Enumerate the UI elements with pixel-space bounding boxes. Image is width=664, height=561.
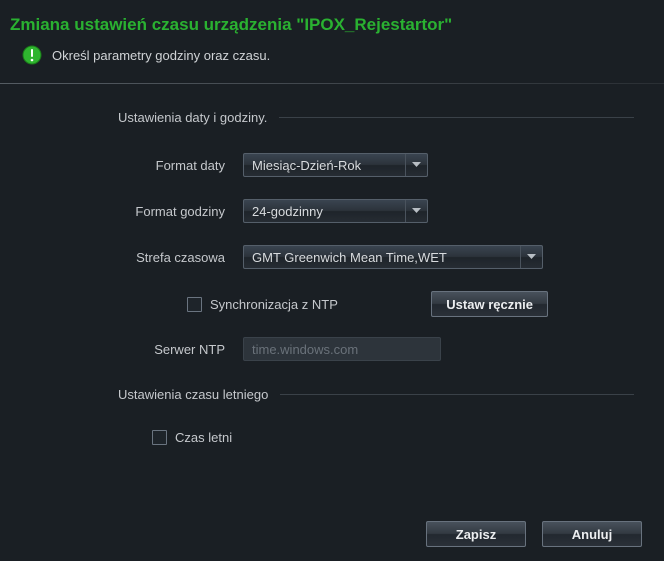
ntp-sync-group: Synchronizacja z NTP bbox=[187, 297, 338, 312]
date-format-select[interactable]: Miesiąc-Dzień-Rok bbox=[243, 153, 428, 177]
ntp-sync-checkbox[interactable] bbox=[187, 297, 202, 312]
date-format-label: Format daty bbox=[30, 158, 243, 173]
section-datetime-label: Ustawienia daty i godziny. bbox=[30, 110, 267, 125]
section-dst-label: Ustawienia czasu letniego bbox=[30, 387, 268, 402]
section-datetime-header: Ustawienia daty i godziny. bbox=[30, 110, 634, 125]
save-button[interactable]: Zapisz bbox=[426, 521, 526, 547]
row-time-format: Format godziny 24-godzinny bbox=[30, 199, 634, 223]
chevron-down-icon bbox=[405, 200, 427, 222]
row-ntp-server: Serwer NTP bbox=[30, 337, 634, 361]
row-date-format: Format daty Miesiąc-Dzień-Rok bbox=[30, 153, 634, 177]
section-dst-header: Ustawienia czasu letniego bbox=[30, 387, 634, 402]
dialog-window: Zmiana ustawień czasu urządzenia "IPOX_R… bbox=[0, 0, 664, 561]
row-timezone: Strefa czasowa GMT Greenwich Mean Time,W… bbox=[30, 245, 634, 269]
timezone-label: Strefa czasowa bbox=[30, 250, 243, 265]
row-dst: Czas letni bbox=[30, 430, 634, 445]
info-icon bbox=[22, 45, 42, 65]
dialog-title: Zmiana ustawień czasu urządzenia "IPOX_R… bbox=[0, 0, 664, 45]
save-label: Zapisz bbox=[456, 527, 496, 542]
time-format-label: Format godziny bbox=[30, 204, 243, 219]
ntp-sync-label: Synchronizacja z NTP bbox=[210, 297, 338, 312]
chevron-down-icon bbox=[405, 154, 427, 176]
dst-checkbox[interactable] bbox=[152, 430, 167, 445]
date-format-value: Miesiąc-Dzień-Rok bbox=[252, 158, 361, 173]
dst-group: Czas letni bbox=[152, 430, 232, 445]
content-area: Ustawienia daty i godziny. Format daty M… bbox=[0, 90, 664, 445]
ntp-server-input[interactable] bbox=[243, 337, 441, 361]
section-line bbox=[280, 394, 634, 395]
subtitle-text: Określ parametry godziny oraz czasu. bbox=[52, 48, 270, 63]
footer-buttons: Zapisz Anuluj bbox=[426, 521, 642, 547]
section-line bbox=[279, 117, 634, 118]
ntp-server-label: Serwer NTP bbox=[30, 342, 243, 357]
time-format-value: 24-godzinny bbox=[252, 204, 323, 219]
manual-set-label: Ustaw ręcznie bbox=[446, 297, 533, 312]
timezone-value: GMT Greenwich Mean Time,WET bbox=[252, 250, 447, 265]
cancel-button[interactable]: Anuluj bbox=[542, 521, 642, 547]
row-ntp-sync: Synchronizacja z NTP Ustaw ręcznie bbox=[30, 291, 634, 317]
timezone-select[interactable]: GMT Greenwich Mean Time,WET bbox=[243, 245, 543, 269]
manual-set-button[interactable]: Ustaw ręcznie bbox=[431, 291, 548, 317]
divider bbox=[0, 83, 664, 84]
chevron-down-icon bbox=[520, 246, 542, 268]
time-format-select[interactable]: 24-godzinny bbox=[243, 199, 428, 223]
cancel-label: Anuluj bbox=[572, 527, 612, 542]
dst-label: Czas letni bbox=[175, 430, 232, 445]
subtitle-row: Określ parametry godziny oraz czasu. bbox=[0, 45, 664, 83]
